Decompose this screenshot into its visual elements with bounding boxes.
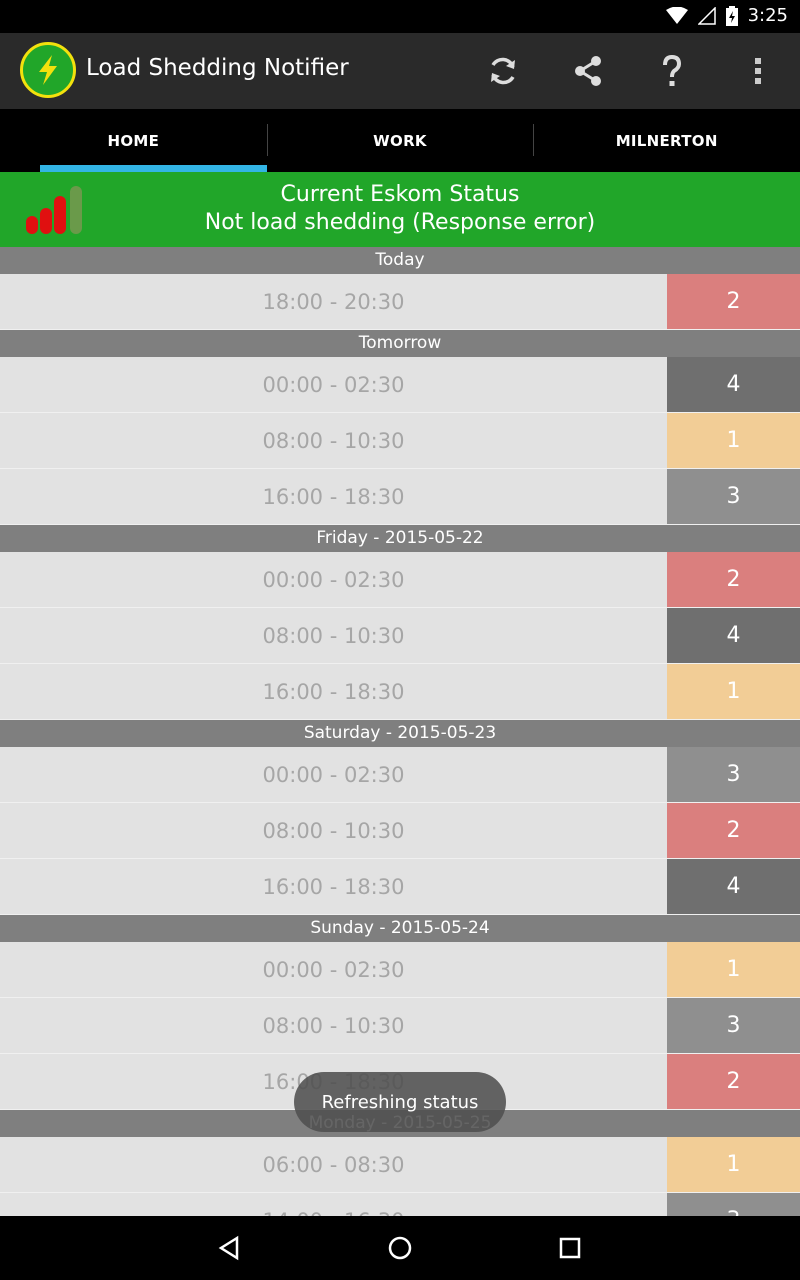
stage-badge: 2 (667, 1054, 800, 1109)
stage-badge: 2 (667, 274, 800, 329)
refresh-button[interactable] (479, 47, 527, 95)
home-button[interactable] (380, 1228, 420, 1268)
app-logo-icon[interactable] (20, 42, 76, 98)
schedule-slot-row[interactable]: 00:00 - 02:30 4 (0, 357, 800, 413)
slot-time: 14:00 - 16:30 (0, 1193, 667, 1216)
slot-time: 16:00 - 18:30 (0, 859, 667, 914)
eskom-status-title: Current Eskom Status (280, 182, 520, 207)
slot-time: 08:00 - 10:30 (0, 413, 667, 468)
location-tabs: HOME WORK MILNERTON (0, 109, 800, 172)
system-status-bar: 3:25 (0, 0, 800, 33)
system-nav-bar (0, 1216, 800, 1280)
eskom-status-text: Not load shedding (Response error) (204, 210, 596, 235)
help-button[interactable] (648, 47, 696, 95)
schedule-slot-row[interactable]: 08:00 - 10:30 2 (0, 803, 800, 859)
stage-badge: 4 (667, 859, 800, 914)
slot-time: 16:00 - 18:30 (0, 469, 667, 524)
cell-signal-icon (697, 6, 716, 25)
battery-charging-icon (725, 5, 738, 26)
stage-badge: 2 (667, 803, 800, 858)
stage-badge: 2 (667, 552, 800, 607)
schedule-slot-row[interactable]: 08:00 - 10:30 4 (0, 608, 800, 664)
eskom-status-banner[interactable]: Current Eskom Status Not load shedding (… (0, 172, 800, 247)
stage-badge: 3 (667, 998, 800, 1053)
back-button[interactable] (210, 1228, 250, 1268)
slot-time: 00:00 - 02:30 (0, 552, 667, 607)
stage-badge: 1 (667, 413, 800, 468)
day-header: Today (0, 247, 800, 274)
schedule-slot-row[interactable]: 14:00 - 16:303 (0, 1193, 800, 1216)
tab-home[interactable]: HOME (0, 109, 267, 172)
stage-badge: 1 (667, 942, 800, 997)
help-icon (663, 54, 682, 86)
schedule-slot-row[interactable]: 00:00 - 02:30 1 (0, 942, 800, 998)
stage-badge: 3 (667, 1193, 800, 1216)
schedule-slot-row[interactable]: 16:00 - 18:30 1 (0, 664, 800, 720)
recents-icon (559, 1237, 581, 1259)
action-bar: Load Shedding Notifier (0, 33, 800, 109)
slot-time: 00:00 - 02:30 (0, 747, 667, 802)
share-icon (575, 56, 601, 86)
stage-badge: 1 (667, 664, 800, 719)
day-header: Saturday - 2015-05-23 (0, 720, 800, 747)
tab-work[interactable]: WORK (266, 109, 534, 172)
refresh-icon (491, 57, 515, 85)
schedule-list[interactable]: Today 18:00 - 20:30 2 Tomorrow 00:00 - 02:30… (0, 247, 800, 1216)
slot-time: 08:00 - 10:30 (0, 998, 667, 1053)
schedule-slot-row[interactable]: 18:00 - 20:30 2 (0, 274, 800, 330)
schedule-slot-row[interactable]: 16:00 - 18:30 3 (0, 469, 800, 525)
slot-time: 00:00 - 02:30 (0, 357, 667, 412)
schedule-slot-row[interactable]: 00:00 - 02:30 2 (0, 552, 800, 608)
wifi-icon (665, 6, 688, 24)
day-header: Sunday - 2015-05-24 (0, 915, 800, 942)
slot-time: 18:00 - 20:30 (0, 274, 667, 329)
slot-time: 08:00 - 10:30 (0, 803, 667, 858)
slot-time: 16:00 - 18:30 (0, 664, 667, 719)
slot-time: 06:00 - 08:30 (0, 1137, 667, 1192)
recents-button[interactable] (550, 1228, 590, 1268)
clock: 3:25 (747, 5, 788, 26)
toast-message: Refreshing status (294, 1072, 506, 1132)
slot-time: 00:00 - 02:30 (0, 942, 667, 997)
stage-badge: 3 (667, 747, 800, 802)
share-button[interactable] (564, 47, 612, 95)
stage-badge: 1 (667, 1137, 800, 1192)
schedule-slot-row[interactable]: 00:00 - 02:30 3 (0, 747, 800, 803)
day-header: Tomorrow (0, 330, 800, 357)
schedule-slot-row[interactable]: 08:00 - 10:30 1 (0, 413, 800, 469)
overflow-menu-button[interactable] (734, 47, 782, 95)
schedule-slot-row[interactable]: 16:00 - 18:30 4 (0, 859, 800, 915)
home-icon (388, 1236, 412, 1260)
stage-badge: 4 (667, 357, 800, 412)
back-icon (218, 1235, 239, 1261)
more-vertical-icon (755, 58, 761, 84)
day-header: Friday - 2015-05-22 (0, 525, 800, 552)
stage-badge: 3 (667, 469, 800, 524)
slot-time: 08:00 - 10:30 (0, 608, 667, 663)
stage-badge: 4 (667, 608, 800, 663)
schedule-slot-row[interactable]: 08:00 - 10:30 3 (0, 998, 800, 1054)
app-title: Load Shedding Notifier (86, 55, 349, 81)
schedule-slot-row[interactable]: 06:00 - 08:30 1 (0, 1137, 800, 1193)
tab-milnerton[interactable]: MILNERTON (533, 109, 800, 172)
